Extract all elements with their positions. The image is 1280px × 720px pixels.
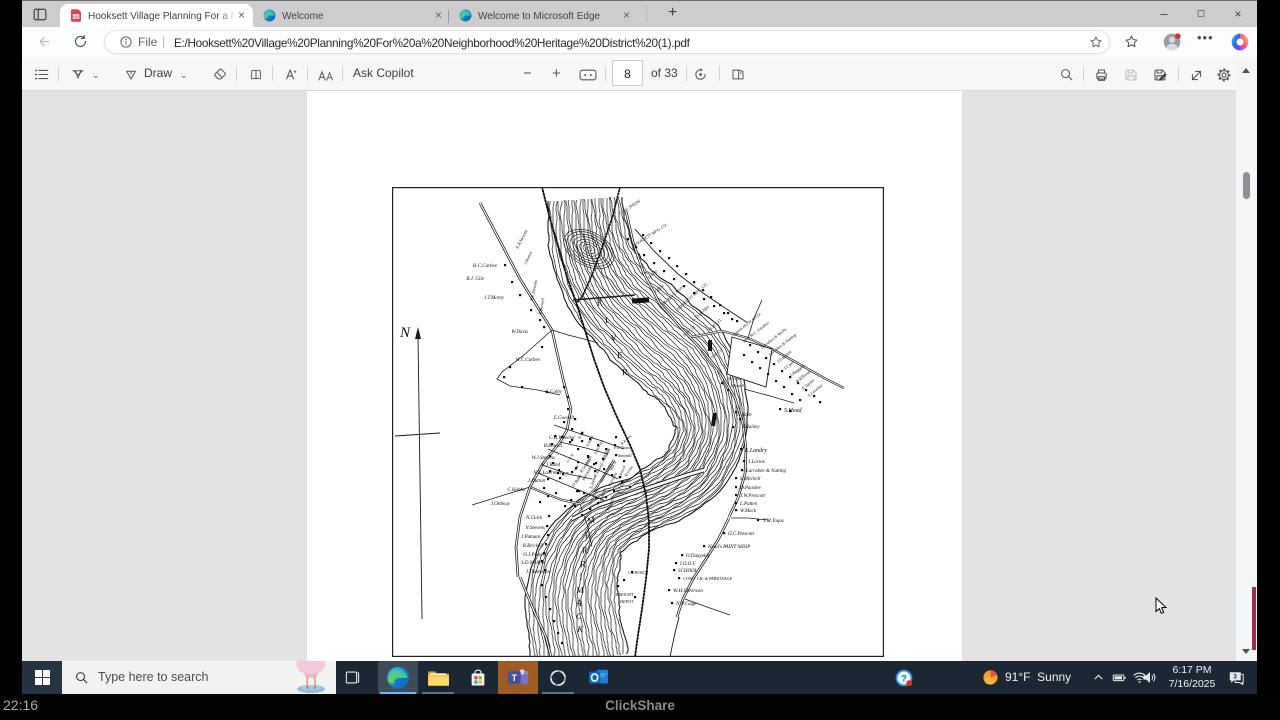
svg-text:W.Davis: W.Davis: [511, 330, 528, 335]
svg-text:M: M: [575, 585, 584, 595]
svg-text:B.Rowell: B.Rowell: [544, 444, 563, 449]
svg-text:W.H.Otterson: W.H.Otterson: [673, 588, 703, 594]
svg-text:N.K.Lawrence: N.K.Lawrence: [532, 471, 562, 476]
svg-text:O.J.Prescott: O.J.Prescott: [523, 553, 548, 558]
svg-text:DEPOT: DEPOT: [619, 599, 634, 604]
svg-text:J.Thompson: J.Thompson: [526, 570, 551, 575]
svg-text:L.Patten: L.Patten: [739, 502, 758, 507]
svg-text:SCHOOL: SCHOOL: [678, 569, 698, 574]
svg-text:H.C.Carbee: H.C.Carbee: [472, 264, 498, 269]
svg-text:R.Brickell: R.Brickell: [522, 544, 544, 549]
svg-text:J.Ordway: J.Ordway: [491, 502, 511, 507]
svg-text:N: N: [399, 325, 411, 341]
svg-text:O.C.Prescott: O.C.Prescott: [728, 532, 755, 537]
svg-text:Head's PAINT SHOP: Head's PAINT SHOP: [707, 545, 750, 550]
svg-text:S.D.McAfee: S.D.McAfee: [521, 561, 546, 566]
svg-text:C.CHURCH: C.CHURCH: [628, 570, 649, 575]
svg-text:T.Rainey: T.Rainey: [742, 425, 760, 430]
svg-text:N.Stevens: N.Stevens: [524, 526, 545, 531]
svg-text:F.C.Toots: F.C.Toots: [613, 445, 630, 450]
svg-text:T.M.Toqus: T.M.Toqus: [763, 519, 784, 524]
svg-text:J.Putnam: J.Putnam: [521, 535, 540, 540]
svg-text:J.W.Prescott: J.W.Prescott: [740, 494, 766, 499]
svg-text:J.Rovall: J.Rovall: [730, 383, 745, 388]
svg-text:N.P.Gage: N.P.Gage: [675, 601, 698, 607]
svg-text:B.J. Gile: B.J. Gile: [466, 277, 484, 282]
svg-text:L.Landry: L.Landry: [744, 448, 768, 454]
svg-text:N.Clark: N.Clark: [525, 516, 543, 521]
svg-text:H.C.Carbee: H.C.Carbee: [515, 358, 541, 363]
svg-text:Sawmill: Sawmill: [618, 453, 632, 458]
svg-text:PDF: PDF: [72, 15, 80, 19]
svg-text:E.J.Rand: E.J.Rand: [541, 463, 561, 468]
svg-text:C.H.Wheeler: C.H.Wheeler: [549, 436, 575, 441]
svg-text:E.Goedell: E.Goedell: [553, 416, 575, 421]
svg-text:J.Larine: J.Larine: [748, 460, 766, 465]
svg-text:W.J.Stevens: W.J.Stevens: [532, 456, 555, 461]
svg-text:M.Tufts: M.Tufts: [727, 376, 741, 381]
svg-text:G.Colby: G.Colby: [545, 390, 563, 395]
svg-text:C.Hobbs: C.Hobbs: [507, 488, 525, 493]
svg-text:W.Mack: W.Mack: [740, 509, 757, 514]
svg-text:FREIGHT: FREIGHT: [615, 592, 634, 597]
svg-text:I.O.O.F.: I.O.O.F.: [679, 562, 697, 567]
svg-text:A: A: [575, 598, 582, 608]
svg-text:CONG. CH. & PARSONAGE: CONG. CH. & PARSONAGE: [683, 576, 733, 581]
svg-text:J.T.Morey: J.T.Morey: [484, 296, 505, 301]
svg-text:S.Head: S.Head: [784, 408, 802, 414]
svg-text:J.Dutton: J.Dutton: [528, 479, 546, 484]
svg-text:G.Tabb: G.Tabb: [737, 413, 752, 418]
svg-text:T: T: [512, 673, 518, 683]
svg-text:D.Paaslee: D.Paaslee: [739, 486, 761, 491]
svg-text:S.Mitchell: S.Mitchell: [740, 477, 761, 482]
svg-text:O.Dauyelde: O.Dauyelde: [686, 554, 711, 559]
svg-text:3: 3: [1233, 674, 1237, 681]
svg-text:?: ?: [901, 673, 907, 683]
svg-text:Larrabee & Nutting: Larrabee & Nutting: [745, 469, 787, 474]
